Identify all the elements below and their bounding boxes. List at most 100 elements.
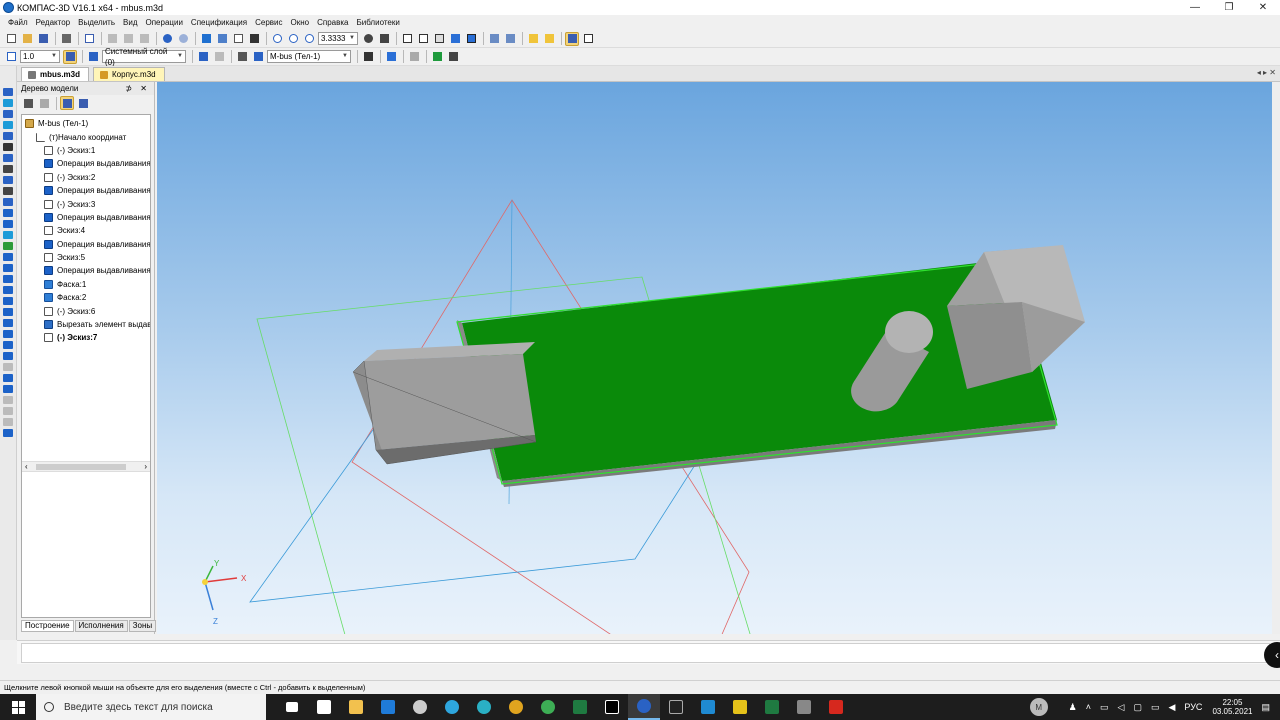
menu-window[interactable]: Окно — [291, 18, 310, 27]
menu-libraries[interactable]: Библиотеки — [356, 18, 399, 27]
menu-service[interactable]: Сервис — [255, 18, 282, 27]
tab-construction[interactable]: Построение — [21, 620, 74, 632]
arduino-icon[interactable] — [724, 694, 756, 720]
floating-action-icon[interactable]: ‹ — [1264, 642, 1280, 668]
tree-item[interactable]: M-bus (Тел-1) — [22, 117, 150, 130]
tree-item[interactable]: Вырезать элемент выдавливания:1 — [22, 318, 150, 331]
lightshot-icon[interactable] — [500, 694, 532, 720]
battery-icon[interactable]: ▭ — [1151, 702, 1160, 713]
edge-icon[interactable] — [468, 694, 500, 720]
tool-app-icon[interactable] — [788, 694, 820, 720]
tree-item[interactable]: Операция выдавливания:2 — [22, 184, 150, 197]
start-button[interactable] — [0, 694, 36, 720]
tree-item[interactable]: Фаска:1 — [22, 278, 150, 291]
help-icon[interactable] — [247, 32, 261, 46]
volume-icon[interactable]: ◁ — [1118, 702, 1125, 713]
surface-icon[interactable] — [3, 143, 13, 151]
tab-mbus[interactable]: mbus.m3d — [21, 67, 90, 81]
menu-operations[interactable]: Операции — [146, 18, 183, 27]
chevron-up-icon[interactable]: ˄ — [1086, 702, 1091, 712]
snap-icon[interactable] — [430, 50, 444, 64]
chamfer-tool-icon[interactable] — [3, 363, 13, 371]
tree-item[interactable]: Операция выдавливания:3 — [22, 211, 150, 224]
tab-scroll-icon[interactable]: ◂ ▸ ✕ — [1257, 68, 1276, 77]
maximize-button[interactable]: ❐ — [1212, 0, 1246, 15]
menu-specification[interactable]: Спецификация — [191, 18, 247, 27]
rib-tool-icon[interactable] — [3, 385, 13, 393]
chevron-down-icon[interactable]: ▼ — [349, 33, 355, 44]
coordinate-system-icon[interactable] — [196, 50, 210, 64]
telegram-icon[interactable] — [436, 694, 468, 720]
tree-item[interactable]: (-) Эскиз:1 — [22, 144, 150, 157]
tree-order-icon[interactable] — [37, 96, 51, 110]
annotation-tool-icon[interactable] — [3, 264, 13, 272]
section-icon[interactable] — [503, 32, 517, 46]
zoom-in-icon[interactable] — [302, 32, 316, 46]
ide-icon[interactable] — [596, 694, 628, 720]
excel-icon-2[interactable] — [756, 694, 788, 720]
curve-icon[interactable] — [3, 110, 13, 118]
weld-tool-icon[interactable] — [3, 429, 13, 437]
shell-tool-icon[interactable] — [3, 374, 13, 382]
helix-icon[interactable] — [3, 132, 13, 140]
tab-versions[interactable]: Исполнения — [74, 620, 128, 632]
open-file-icon[interactable] — [20, 32, 34, 46]
tree-item[interactable]: (-) Эскиз:2 — [22, 171, 150, 184]
rotate-icon[interactable] — [361, 32, 375, 46]
network-icon[interactable]: ▭ — [1100, 702, 1109, 713]
sketch-tool-icon[interactable] — [3, 99, 13, 107]
array-tool-icon[interactable] — [3, 330, 13, 338]
tree-item[interactable]: Фаска:2 — [22, 291, 150, 304]
menu-edit[interactable]: Редактор — [36, 18, 70, 27]
grid-snap-icon[interactable] — [63, 49, 77, 64]
task-view-icon[interactable] — [276, 694, 308, 720]
rotate-tool-icon[interactable] — [3, 198, 13, 206]
spline-icon[interactable] — [3, 121, 13, 129]
wireframe-icon[interactable] — [416, 32, 430, 46]
pan-icon[interactable] — [377, 32, 391, 46]
scroll-left-icon[interactable]: ‹ — [25, 462, 28, 471]
menu-help[interactable]: Справка — [317, 18, 348, 27]
body-select[interactable]: M-bus (Тел-1) ▼ — [267, 50, 351, 63]
tree-item[interactable]: (-) Эскиз:6 — [22, 304, 150, 317]
notifications-icon[interactable]: ▤ — [1261, 702, 1270, 713]
property-panel[interactable] — [21, 643, 1270, 663]
layer-select[interactable]: Системный слой (0) ▼ — [102, 47, 186, 67]
tree-item[interactable]: Операция выдавливания:1 — [22, 157, 150, 170]
dimension-tool-icon[interactable] — [3, 253, 13, 261]
tree-item[interactable]: Эскиз:5 — [22, 251, 150, 264]
3d-viewport[interactable]: X Y Z — [157, 82, 1280, 634]
mail-icon[interactable] — [372, 694, 404, 720]
report-tool-icon[interactable] — [3, 308, 13, 316]
tree-item[interactable]: (т)Начало координат — [22, 130, 150, 143]
measure-icon[interactable] — [407, 50, 421, 64]
undo-icon[interactable] — [160, 32, 174, 46]
tool-icon[interactable] — [3, 165, 13, 173]
hidden-lines-icon[interactable] — [432, 32, 446, 46]
cut-icon[interactable] — [105, 32, 119, 46]
menu-select[interactable]: Выделить — [78, 18, 115, 27]
user-icon[interactable]: ♟ — [1069, 702, 1077, 713]
chrome-icon[interactable] — [532, 694, 564, 720]
tree-item[interactable]: Операция выдавливания:5 — [22, 264, 150, 277]
chevron-down-icon[interactable]: ▼ — [177, 51, 183, 62]
tree-item[interactable]: Эскиз:4 — [22, 224, 150, 237]
zoom-field[interactable]: 3.3333 ▼ — [318, 32, 358, 45]
step-icon[interactable] — [4, 50, 18, 64]
filter-bodies-icon[interactable] — [542, 32, 556, 46]
body-icon[interactable] — [251, 50, 265, 64]
model-scene[interactable]: X Y Z — [157, 82, 1280, 634]
menu-file[interactable]: Файл — [8, 18, 28, 27]
taskbar-search[interactable]: Введите здесь текст для поиска — [36, 694, 266, 720]
menu-view[interactable]: Вид — [123, 18, 137, 27]
scrollbar-thumb[interactable] — [36, 464, 126, 470]
plane-icon[interactable] — [3, 176, 13, 184]
filter-icon[interactable] — [526, 32, 540, 46]
new-file-icon[interactable] — [4, 32, 18, 46]
tree-item[interactable]: (-) Эскиз:7 — [22, 331, 150, 344]
library-tool-icon[interactable] — [3, 319, 13, 327]
tree-details-icon[interactable] — [76, 96, 90, 110]
color-icon[interactable] — [361, 50, 375, 64]
tree-view-icon[interactable] — [21, 96, 35, 110]
tab-zones[interactable]: Зоны — [128, 620, 157, 632]
